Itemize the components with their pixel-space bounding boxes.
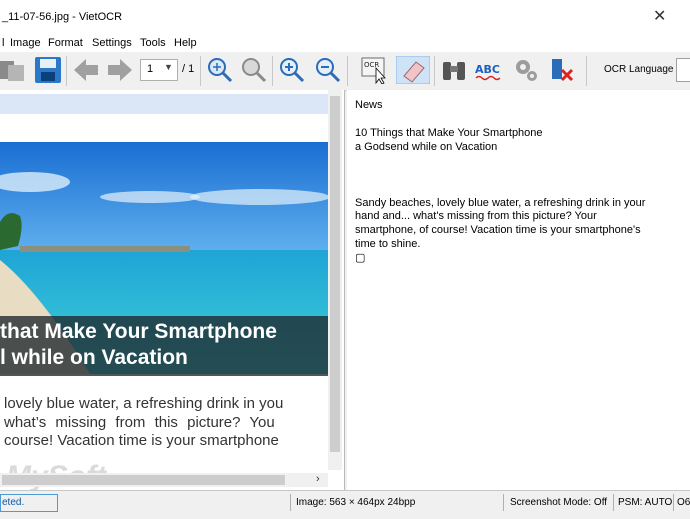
window-title: _11-07-56.jpg - VietOCR: [2, 11, 123, 23]
image-horizontal-scrollbar[interactable]: ›: [0, 473, 328, 487]
text-line: 10 Things that Make Your Smartphone: [355, 127, 543, 139]
binoculars-icon[interactable]: [440, 56, 468, 84]
spellcheck-icon[interactable]: ABC: [474, 56, 506, 84]
zoom-out-icon[interactable]: [314, 56, 342, 84]
page-selector[interactable]: 1 ▼: [140, 59, 178, 81]
fit-image-icon[interactable]: [206, 56, 234, 84]
eraser-icon[interactable]: [396, 56, 430, 84]
image-info: Image: 563 × 464px 24bpp: [296, 497, 416, 508]
menu-format[interactable]: Format: [48, 37, 83, 49]
image-vertical-scrollbar[interactable]: [328, 90, 342, 470]
image-body-line-1: lovely blue water, a refreshing drink in…: [4, 395, 284, 412]
status-bar: eted. Image: 563 × 464px 24bpp Screensho…: [0, 490, 690, 519]
previous-page-icon[interactable]: [72, 56, 100, 84]
svg-text:ABC: ABC: [475, 63, 500, 76]
image-header-strip: [0, 94, 328, 114]
actual-size-icon[interactable]: [240, 56, 268, 84]
text-line: hand and... what's missing from this pic…: [355, 210, 597, 222]
save-icon[interactable]: [34, 56, 62, 84]
text-line: a Godsend while on Vacation: [355, 141, 498, 153]
menu-image[interactable]: Image: [10, 37, 41, 49]
screenshot-mode: Screenshot Mode: Off: [510, 497, 608, 508]
image-panel: that Make Your Smartphone l while on Vac…: [0, 90, 345, 490]
ocr-language-select[interactable]: [676, 58, 690, 82]
page-total: / 1: [182, 63, 195, 75]
scroll-right-icon[interactable]: ›: [316, 473, 320, 485]
paste-icon[interactable]: [0, 56, 28, 84]
menu-bar: l Image Format Settings Tools Help: [0, 34, 690, 52]
ocr-language-label: OCR Language: [604, 64, 674, 75]
progress-text: eted.: [2, 497, 25, 508]
zoom-in-icon[interactable]: [278, 56, 306, 84]
remove-line-breaks-icon[interactable]: [548, 56, 576, 84]
text-line: ▢: [355, 252, 366, 264]
menu-settings[interactable]: Settings: [92, 37, 132, 49]
gear-icon[interactable]: [512, 56, 540, 84]
image-headline-line-2: l while on Vacation: [0, 346, 188, 369]
ocr-icon[interactable]: OCR: [360, 56, 388, 84]
ocr-text-panel[interactable]: News 10 Things that Make Your Smartphone…: [347, 90, 690, 490]
menu-help[interactable]: Help: [174, 37, 197, 49]
next-page-icon[interactable]: [106, 56, 134, 84]
text-line: time to shine.: [355, 238, 421, 250]
text-line: Sandy beaches, lovely blue water, a refr…: [355, 197, 646, 209]
status-extra: O6: [677, 497, 690, 508]
page-value: 1: [147, 63, 154, 75]
title-bar: _11-07-56.jpg - VietOCR ✕: [0, 0, 690, 34]
svg-text:OCR: OCR: [364, 61, 379, 69]
image-body-line-3: course! Vacation time is your smartphone: [4, 432, 279, 449]
menu-tools[interactable]: Tools: [140, 37, 166, 49]
text-line: News: [355, 99, 383, 111]
toolbar: 1 ▼ / 1 OCR ABC OCR Language: [0, 52, 690, 91]
psm-mode: PSM: AUTO: [618, 497, 673, 508]
image-body-line-2: what’s missing from this picture? You: [4, 414, 275, 431]
image-headline-line-1: that Make Your Smartphone: [0, 320, 277, 343]
progress-indicator: eted.: [0, 494, 58, 512]
menu-edit[interactable]: l: [2, 37, 4, 49]
chevron-down-icon: ▼: [164, 62, 173, 72]
close-icon[interactable]: ✕: [653, 6, 666, 26]
text-line: smartphone, of course! Vacation time is …: [355, 224, 641, 236]
